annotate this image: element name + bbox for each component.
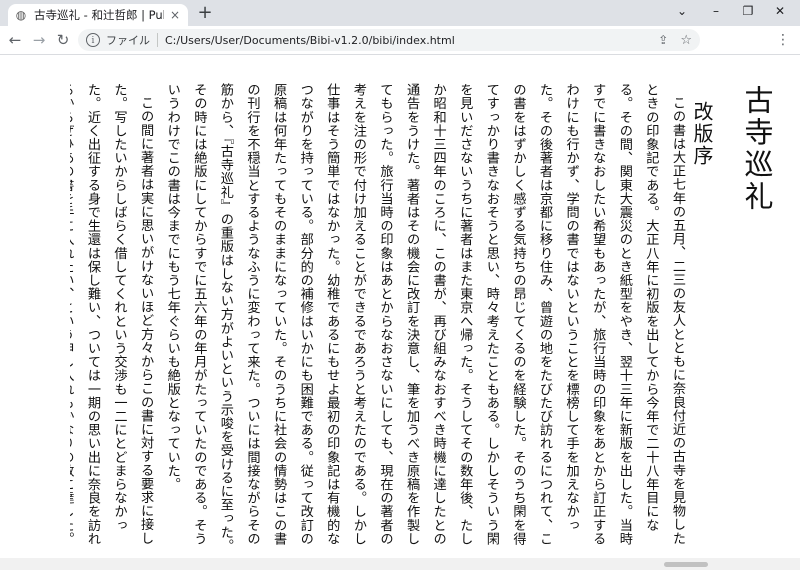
minimize-button[interactable]: – bbox=[706, 4, 726, 18]
tab-search-icon[interactable]: ⌄ bbox=[672, 4, 692, 18]
tab-title: 古寺巡礼 - 和辻哲郎 | Published bbox=[34, 8, 164, 22]
tab-bar: ◍ 古寺巡礼 - 和辻哲郎 | Published × + ⌄ – ❐ ✕ bbox=[0, 0, 800, 26]
tab-active[interactable]: ◍ 古寺巡礼 - 和辻哲郎 | Published × bbox=[8, 4, 188, 26]
info-icon[interactable]: i bbox=[86, 33, 100, 47]
close-tab-icon[interactable]: × bbox=[168, 8, 182, 22]
chapter-body: この書は大正七年の五月、二三の友人とともに奈良付近の古寺を見物したときの印象記で… bbox=[70, 83, 690, 555]
chapter-title: 改版序 bbox=[690, 101, 714, 167]
restore-button[interactable]: ❐ bbox=[738, 4, 758, 18]
scheme-label: ファイル bbox=[106, 34, 150, 47]
toolbar: ← → ↻ i ファイル C:/Users/User/Documents/Bib… bbox=[0, 26, 800, 55]
menu-icon[interactable]: ⋮ bbox=[775, 32, 791, 48]
url-text[interactable]: C:/Users/User/Documents/Bibi-v1.2.0/bibi… bbox=[165, 34, 455, 47]
share-icon[interactable]: ⇪ bbox=[658, 33, 668, 47]
back-button[interactable]: ← bbox=[6, 31, 24, 49]
book-title: 古寺巡礼 bbox=[740, 85, 774, 213]
scrollbar-thumb[interactable] bbox=[664, 562, 708, 567]
divider bbox=[157, 33, 158, 47]
reader-page[interactable]: 古寺巡礼 改版序 この書は大正七年の五月、二三の友人とともに奈良付近の古寺を見物… bbox=[0, 55, 800, 558]
reload-button[interactable]: ↻ bbox=[54, 31, 72, 49]
forward-button[interactable]: → bbox=[30, 31, 48, 49]
globe-icon: ◍ bbox=[15, 8, 27, 22]
paragraph: この書は大正七年の五月、二三の友人とともに奈良付近の古寺を見物したときの印象記で… bbox=[164, 83, 685, 553]
paragraph: この間に著者は実に思いがけないほど方々からこの書に対する要求に接した。写したいか… bbox=[70, 83, 154, 546]
bookmark-star-icon[interactable]: ☆ bbox=[680, 33, 692, 48]
new-tab-button[interactable]: + bbox=[196, 4, 214, 22]
close-window-button[interactable]: ✕ bbox=[770, 4, 790, 18]
horizontal-scrollbar[interactable] bbox=[0, 558, 800, 570]
address-bar[interactable]: i ファイル C:/Users/User/Documents/Bibi-v1.2… bbox=[78, 29, 700, 51]
